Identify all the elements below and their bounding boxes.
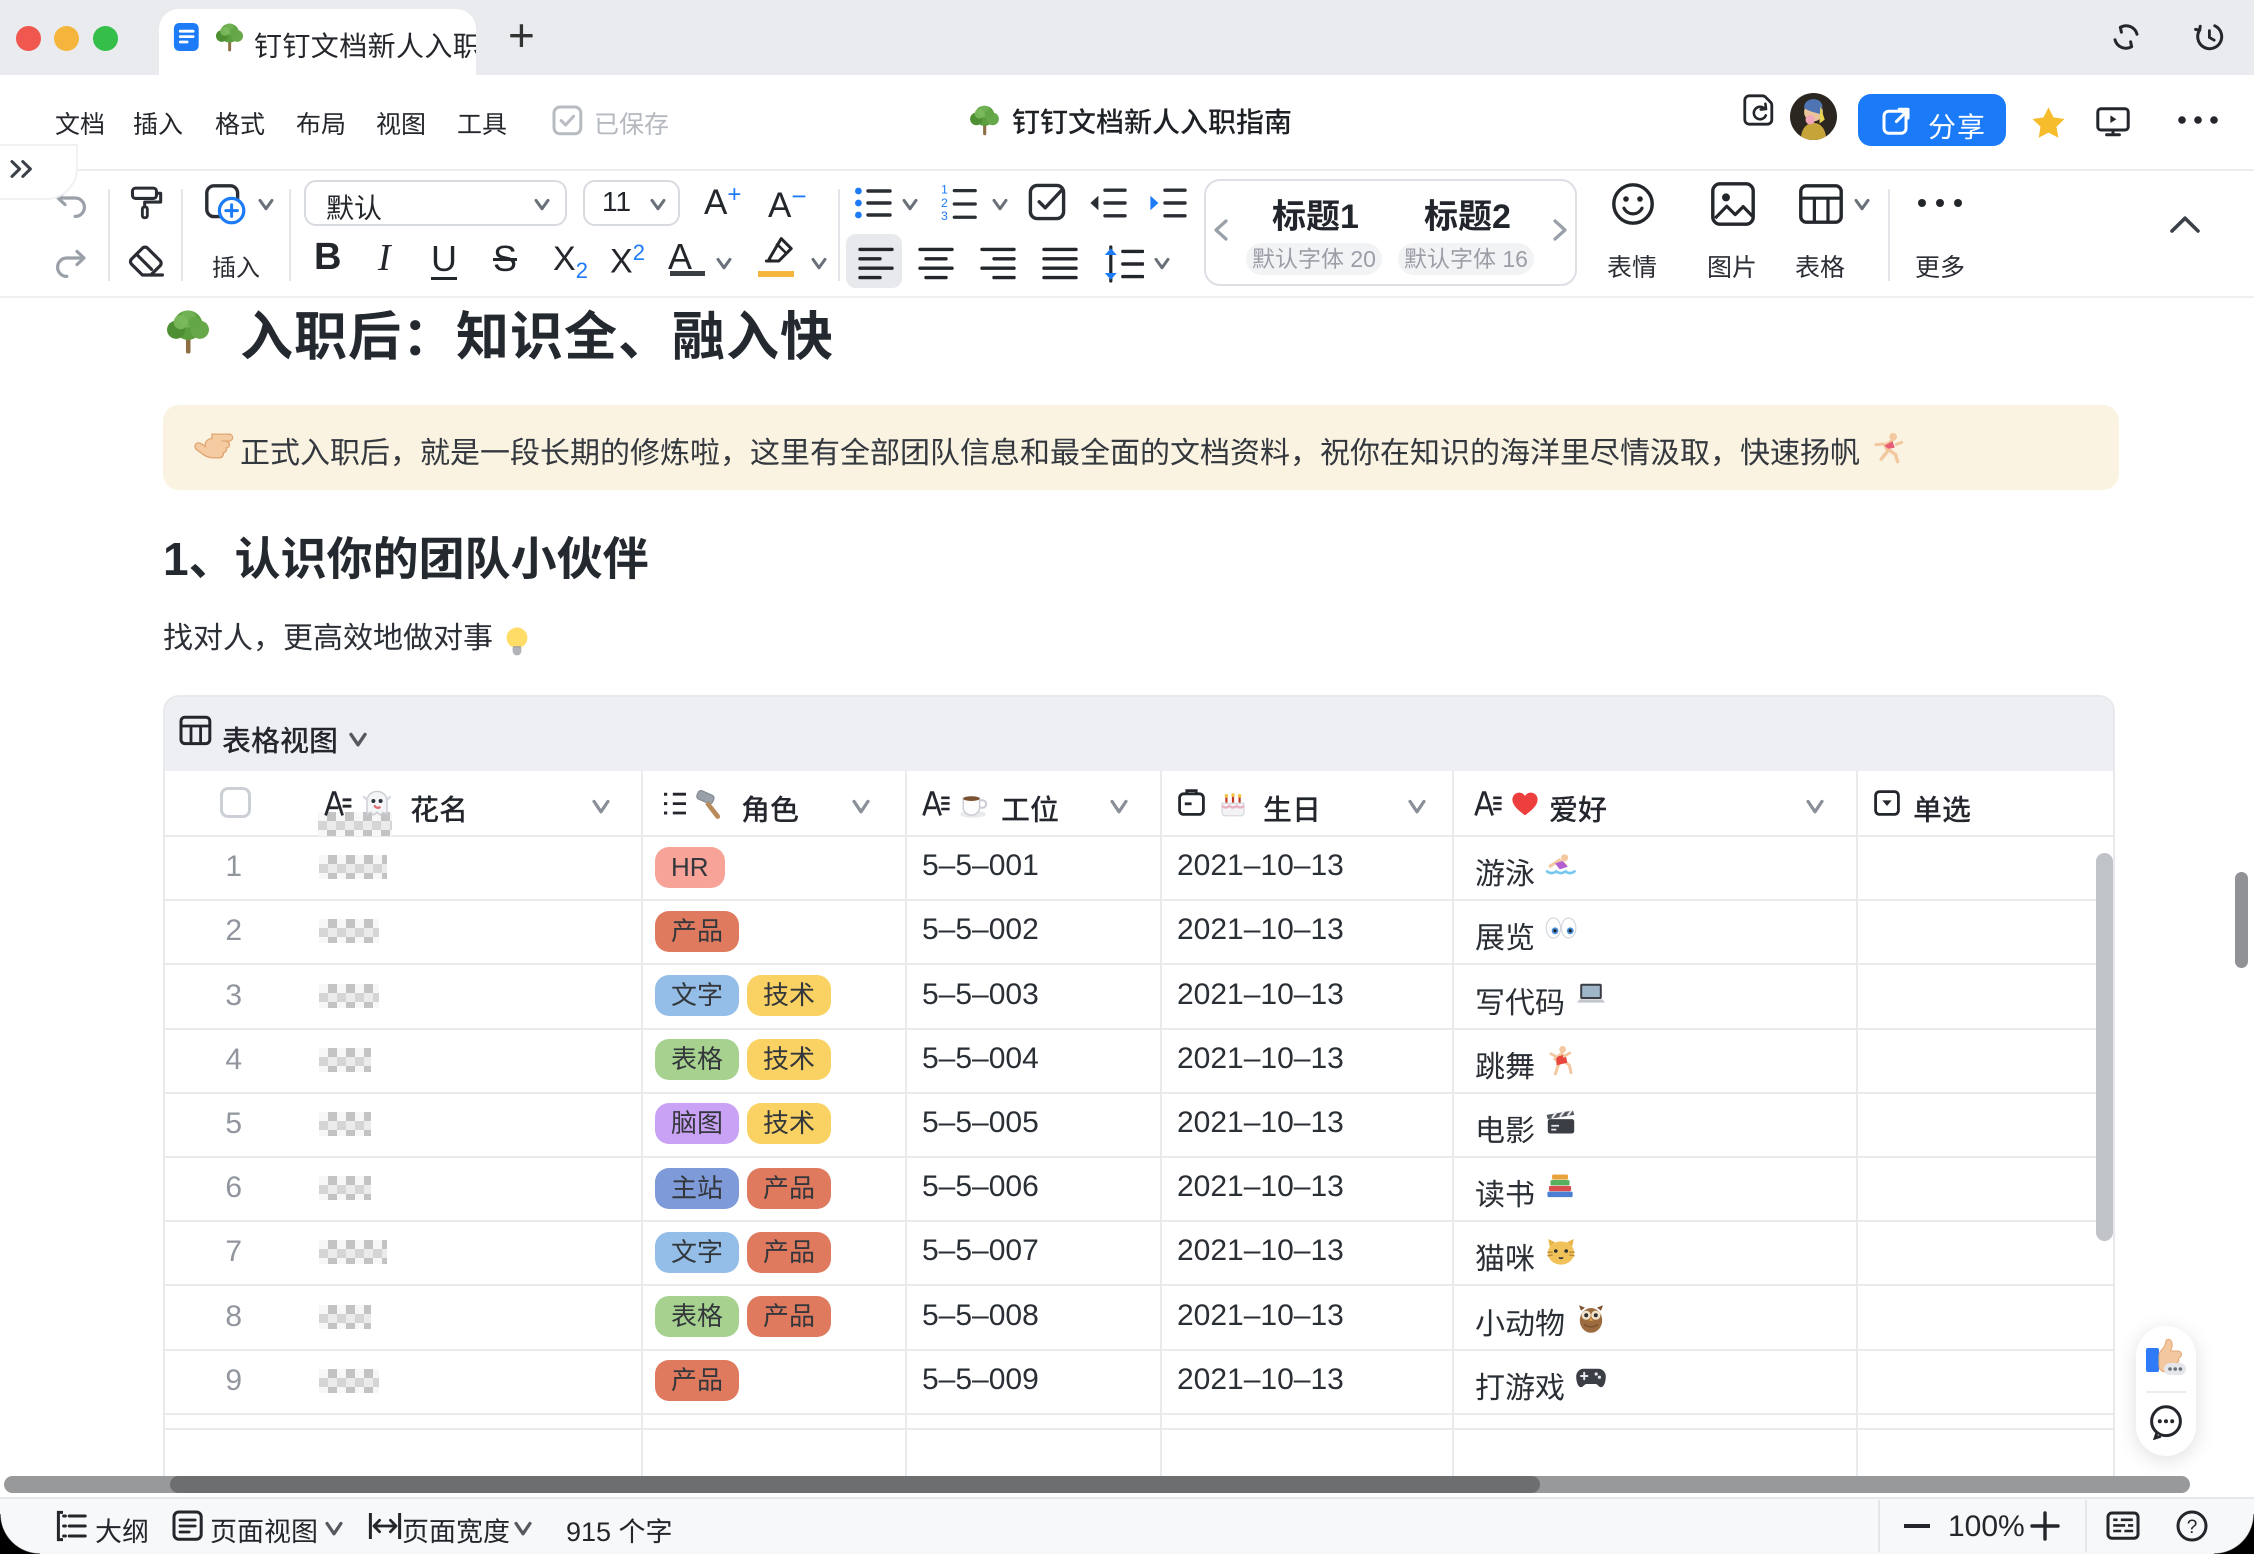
svg-text:3: 3 [941, 209, 948, 223]
svg-text:2: 2 [941, 196, 948, 210]
svg-text:?: ? [2187, 1517, 2198, 1538]
svg-text:1: 1 [941, 183, 948, 196]
